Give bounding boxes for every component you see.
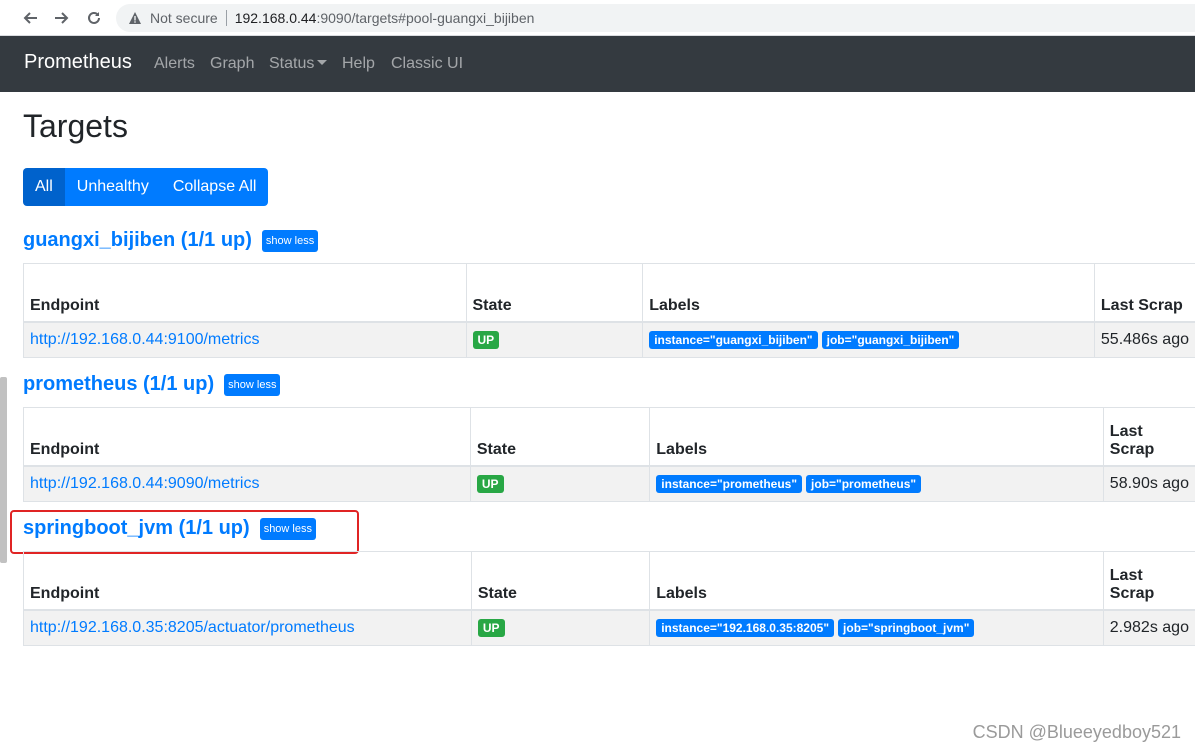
left-edge-dark: [0, 36, 8, 92]
filter-unhealthy-button[interactable]: Unhealthy: [64, 168, 161, 206]
header-labels: Labels: [649, 407, 1104, 467]
pool-title-guangxi: guangxi_bijiben (1/1 up) show less: [23, 229, 319, 252]
header-labels: Labels: [642, 263, 1095, 323]
navbar: Prometheus Alerts Graph Status Help Clas…: [8, 36, 1195, 92]
last-scrape-cell: 58.90s ago: [1102, 465, 1195, 502]
state-cell: UP: [469, 465, 650, 502]
pool-title-prometheus: prometheus (1/1 up) show less: [23, 373, 281, 396]
pool-link[interactable]: prometheus (1/1 up): [23, 373, 214, 396]
last-scrape-cell: 55.486s ago: [1093, 321, 1195, 358]
filter-all-button[interactable]: All: [23, 168, 65, 206]
table-header-row: Endpoint State Labels Last Scrap: [23, 407, 1195, 467]
table-row: http://192.168.0.35:8205/actuator/promet…: [23, 609, 1195, 646]
scrollbar-thumb[interactable]: [0, 377, 7, 563]
show-less-button[interactable]: show less: [261, 229, 319, 252]
endpoint-cell: http://192.168.0.44:9100/metrics: [23, 321, 466, 358]
page-title: Targets: [23, 108, 128, 144]
header-endpoint: Endpoint: [23, 407, 471, 467]
nav-status-label: Status: [269, 55, 315, 72]
targets-table: Endpoint State Labels Last Scrap http://…: [23, 407, 1195, 502]
label-badge: job="springboot_jvm": [838, 618, 975, 637]
address-separator: [225, 10, 227, 26]
label-badge: instance="prometheus": [656, 474, 803, 493]
back-icon[interactable]: [17, 5, 43, 31]
endpoint-link[interactable]: http://192.168.0.44:9100/metrics: [30, 331, 259, 348]
labels-cell: instance="guangxi_bijiben" job="guangxi_b…: [642, 321, 1095, 358]
nav-help[interactable]: Help: [342, 55, 375, 73]
state-badge: UP: [472, 330, 500, 349]
header-endpoint: Endpoint: [23, 263, 466, 323]
endpoint-cell: http://192.168.0.35:8205/actuator/promet…: [23, 609, 472, 646]
table-row: http://192.168.0.44:9090/metrics UP inst…: [23, 465, 1195, 502]
targets-table: Endpoint State Labels Last Scrap http://…: [23, 551, 1195, 646]
label-badge: instance="guangxi_bijiben": [649, 330, 818, 349]
forward-icon[interactable]: [49, 5, 75, 31]
header-last-scrape: Last Scrap: [1102, 551, 1195, 611]
address-bar[interactable]: Not secure 192.168.0.44:9090/targets#poo…: [116, 4, 1195, 32]
state-cell: UP: [465, 321, 643, 358]
header-state: State: [465, 263, 643, 323]
table-header-row: Endpoint State Labels Last Scrap: [23, 551, 1195, 611]
filter-button-group: All Unhealthy Collapse All: [23, 168, 269, 206]
label-badge: job="guangxi_bijiben": [821, 330, 960, 349]
chevron-down-icon: [317, 59, 328, 65]
header-endpoint: Endpoint: [23, 551, 472, 611]
nav-alerts[interactable]: Alerts: [154, 55, 195, 73]
header-labels: Labels: [649, 551, 1104, 611]
browser-toolbar: Not secure 192.168.0.44:9090/targets#poo…: [0, 0, 1195, 36]
header-last-scrape: Last Scrap: [1093, 263, 1195, 323]
show-less-button[interactable]: show less: [224, 373, 281, 396]
warning-icon: [129, 12, 141, 24]
url-path: :9090/targets#pool-guangxi_bijiben: [316, 10, 535, 26]
watermark: CSDN @Blueeyedboy521: [972, 722, 1181, 742]
reload-icon[interactable]: [81, 5, 107, 31]
collapse-all-button[interactable]: Collapse All: [160, 168, 269, 206]
label-badge: job="prometheus": [806, 474, 922, 493]
state-badge: UP: [476, 474, 504, 493]
labels-cell: instance="192.168.0.35:8205" job="springb…: [649, 609, 1104, 646]
nav-status[interactable]: Status: [269, 55, 328, 73]
annotation-highlight-box: [10, 510, 359, 554]
brand-link[interactable]: Prometheus: [24, 51, 132, 74]
table-row: http://192.168.0.44:9100/metrics UP inst…: [23, 321, 1195, 358]
not-secure-label: Not secure: [150, 10, 218, 26]
header-last-scrape: Last Scrap: [1102, 407, 1195, 467]
endpoint-link[interactable]: http://192.168.0.44:9090/metrics: [30, 475, 259, 492]
header-state: State: [469, 407, 650, 467]
url-host: 192.168.0.44: [234, 10, 317, 26]
nav-graph[interactable]: Graph: [210, 55, 254, 73]
pool-link[interactable]: guangxi_bijiben (1/1 up): [23, 229, 252, 252]
table-header-row: Endpoint State Labels Last Scrap: [23, 263, 1195, 323]
endpoint-cell: http://192.168.0.44:9090/metrics: [23, 465, 471, 502]
endpoint-link[interactable]: http://192.168.0.35:8205/actuator/promet…: [30, 619, 355, 636]
state-cell: UP: [470, 609, 650, 646]
nav-classic-ui[interactable]: Classic UI: [391, 55, 463, 73]
targets-table: Endpoint State Labels Last Scrap http://…: [23, 263, 1195, 358]
last-scrape-cell: 2.982s ago: [1102, 609, 1195, 646]
header-state: State: [470, 551, 650, 611]
label-badge: instance="192.168.0.35:8205": [656, 618, 835, 637]
state-badge: UP: [477, 618, 505, 637]
labels-cell: instance="prometheus" job="prometheus": [649, 465, 1104, 502]
